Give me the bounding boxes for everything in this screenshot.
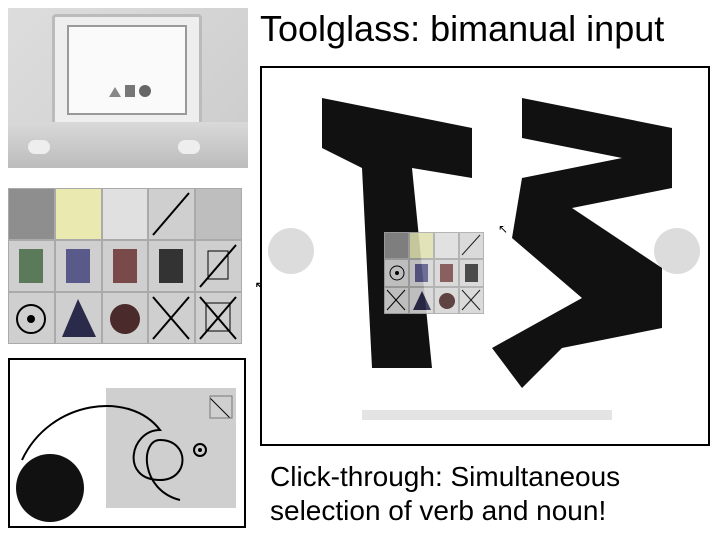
screen-shapes-icon xyxy=(109,67,159,107)
right-mouse-icon xyxy=(178,140,200,154)
monitor-photo xyxy=(8,8,248,168)
black-strokes-icon xyxy=(262,68,710,446)
squiggle-drawing xyxy=(8,358,246,528)
caption-line-1: Click-through: Simultaneous xyxy=(270,460,620,494)
baseline-bar xyxy=(362,410,612,420)
demo-cursor-icon: ↖ xyxy=(498,222,508,236)
squiggle-svg-icon xyxy=(10,360,246,528)
caption-line-2: selection of verb and noun! xyxy=(270,494,620,528)
demo-canvas: ↖ xyxy=(260,66,710,446)
slide-title: Toolglass: bimanual input xyxy=(260,8,664,50)
left-mouse-icon xyxy=(28,140,50,154)
toolglass-overlay xyxy=(384,232,484,314)
monitor-screen xyxy=(67,25,187,115)
crt-monitor xyxy=(52,14,202,134)
tool-palette: ↖ xyxy=(8,188,242,344)
caption: Click-through: Simultaneous selection of… xyxy=(270,460,620,527)
